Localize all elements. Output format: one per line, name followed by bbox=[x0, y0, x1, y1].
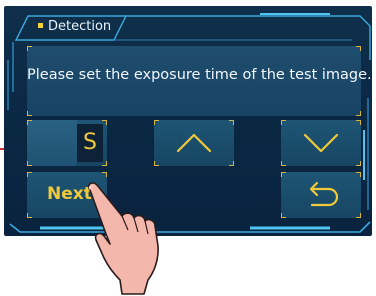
increase-button[interactable] bbox=[154, 120, 234, 166]
back-button[interactable] bbox=[281, 172, 361, 218]
screen: Detection Please set the exposure time o… bbox=[0, 0, 376, 296]
unit-label: S bbox=[83, 130, 97, 155]
unit-button[interactable]: S bbox=[27, 120, 107, 166]
decrease-button[interactable] bbox=[281, 120, 361, 166]
return-arrow-icon bbox=[309, 181, 339, 207]
tab-title: Detection bbox=[48, 19, 112, 34]
message-panel: Please set the exposure time of the test… bbox=[27, 46, 372, 116]
tab-indicator-icon bbox=[38, 23, 43, 28]
chevron-up-icon bbox=[176, 133, 212, 153]
tab-detection[interactable]: Detection bbox=[38, 17, 111, 37]
instruction-text: Please set the exposure time of the test… bbox=[27, 67, 372, 83]
pointing-hand-icon bbox=[87, 182, 159, 295]
chevron-down-icon bbox=[303, 133, 339, 153]
